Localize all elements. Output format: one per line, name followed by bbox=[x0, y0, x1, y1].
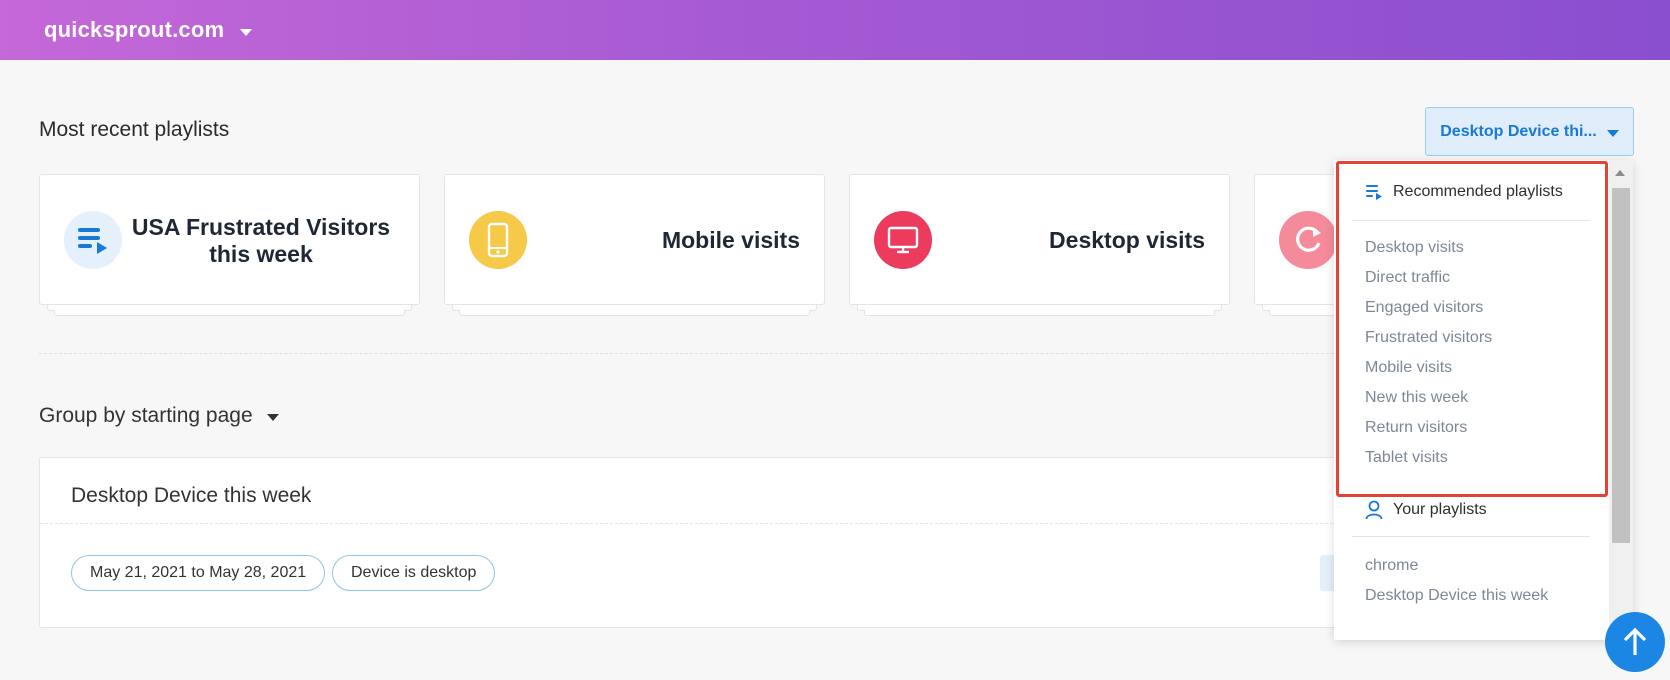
scroll-up-icon[interactable] bbox=[1615, 170, 1625, 176]
dropdown-item-frustrated-visitors[interactable]: Frustrated visitors bbox=[1365, 327, 1595, 349]
filter-chip-date[interactable]: May 21, 2021 to May 28, 2021 bbox=[71, 555, 326, 591]
mobile-icon bbox=[469, 211, 527, 269]
dropdown-item-desktop-visits[interactable]: Desktop visits bbox=[1365, 237, 1595, 259]
dropdown-item-desktop-device-this-week[interactable]: Desktop Device this week bbox=[1365, 585, 1595, 607]
refresh-icon bbox=[1279, 211, 1337, 269]
arrow-up-icon bbox=[1623, 627, 1647, 655]
card-stack-edge bbox=[54, 310, 405, 316]
playlist-card[interactable]: Desktop visits bbox=[849, 174, 1230, 316]
divider bbox=[39, 353, 1339, 354]
card-title: Mobile visits bbox=[661, 227, 800, 253]
playlist-icon bbox=[64, 211, 122, 269]
chevron-down-icon bbox=[240, 28, 253, 36]
dropdown-item-tablet-visits[interactable]: Tablet visits bbox=[1365, 447, 1595, 469]
section-title: Most recent playlists bbox=[39, 118, 230, 141]
dropdown-item-engaged-visitors[interactable]: Engaged visitors bbox=[1365, 297, 1595, 319]
desktop-icon bbox=[874, 211, 932, 269]
group-by-dropdown[interactable]: Group by starting page bbox=[39, 404, 279, 428]
segment-title: Desktop Device this week bbox=[71, 484, 312, 507]
dropdown-item-mobile-visits[interactable]: Mobile visits bbox=[1365, 357, 1595, 379]
dropdown-item-direct-traffic[interactable]: Direct traffic bbox=[1365, 267, 1595, 289]
scroll-top-button[interactable] bbox=[1605, 612, 1665, 672]
filter-chip-device[interactable]: Device is desktop bbox=[332, 555, 496, 591]
divider bbox=[1352, 220, 1590, 221]
recommended-heading: Recommended playlists bbox=[1365, 183, 1563, 201]
card-stack-edge bbox=[864, 310, 1215, 316]
recommended-heading-label: Recommended playlists bbox=[1393, 183, 1563, 200]
your-playlists-heading: Your playlists bbox=[1365, 500, 1487, 520]
chevron-down-icon bbox=[1606, 129, 1619, 137]
site-name: quicksprout.com bbox=[44, 17, 225, 42]
playlist-select-label: Desktop Device thi... bbox=[1440, 122, 1597, 140]
playlist-dropdown-menu: Recommended playlists Desktop visits Dir… bbox=[1334, 160, 1633, 640]
card-stack-edge bbox=[459, 310, 810, 316]
card-title: USA Frustrated Visitors this week bbox=[131, 213, 391, 267]
playlist-select-button[interactable]: Desktop Device thi... bbox=[1425, 107, 1634, 156]
group-by-label: Group by starting page bbox=[39, 404, 253, 427]
user-icon bbox=[1365, 500, 1383, 520]
card-stack-edge bbox=[1269, 310, 1339, 316]
dropdown-item-chrome[interactable]: chrome bbox=[1365, 555, 1595, 577]
divider bbox=[1352, 536, 1590, 537]
playlist-card[interactable]: USA Frustrated Visitors this week bbox=[39, 174, 420, 316]
card-title: Desktop visits bbox=[1049, 227, 1205, 253]
your-playlists-heading-label: Your playlists bbox=[1393, 501, 1487, 518]
scrollbar-thumb[interactable] bbox=[1612, 188, 1630, 543]
site-switcher[interactable]: quicksprout.com bbox=[44, 14, 253, 46]
top-bar: quicksprout.com bbox=[0, 0, 1670, 60]
chevron-down-icon bbox=[266, 414, 279, 421]
playlist-card[interactable]: Mobile visits bbox=[444, 174, 825, 316]
dropdown-item-new-this-week[interactable]: New this week bbox=[1365, 387, 1595, 409]
dropdown-item-return-visitors[interactable]: Return visitors bbox=[1365, 417, 1595, 439]
playlist-icon bbox=[1366, 185, 1382, 200]
